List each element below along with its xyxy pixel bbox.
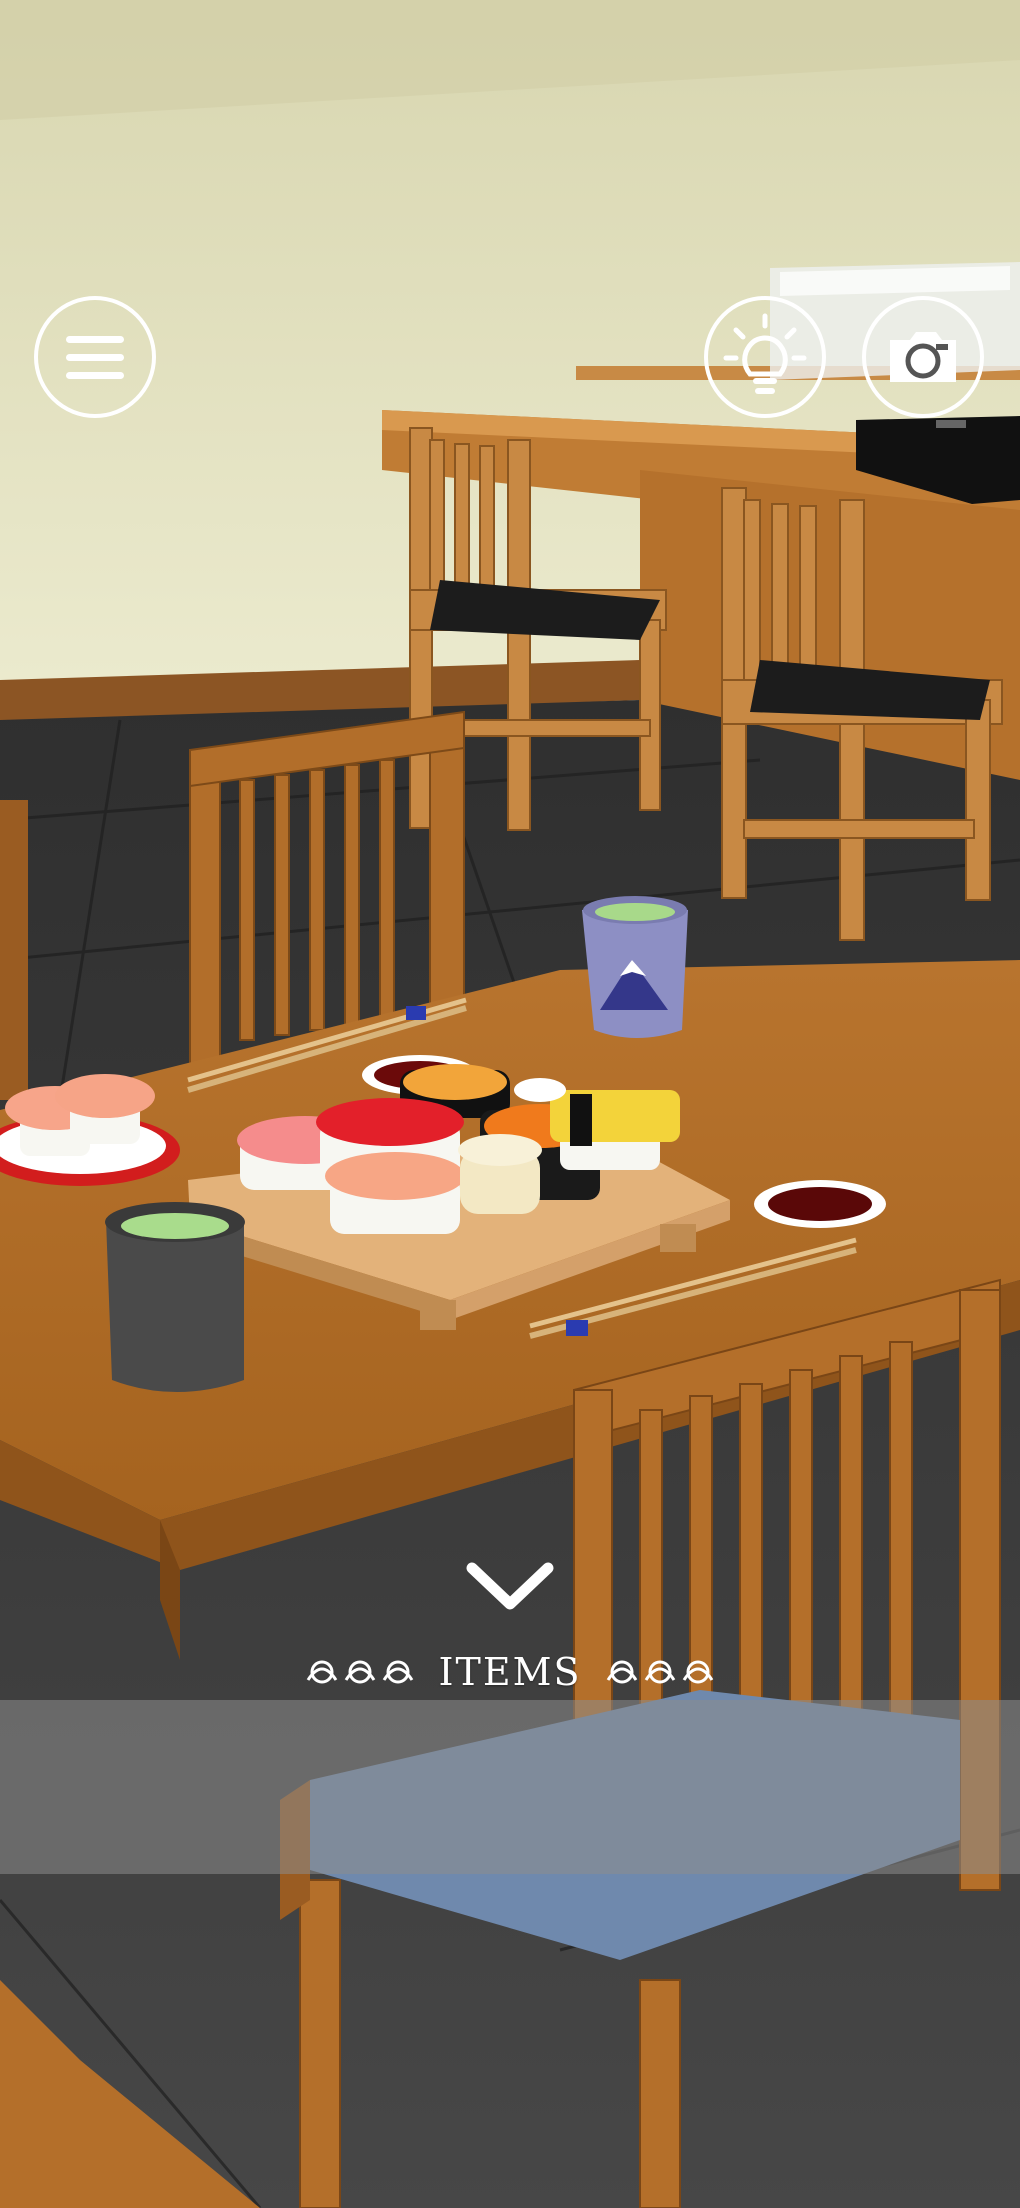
- camera-icon: [890, 332, 956, 382]
- items-toggle-button[interactable]: [460, 1556, 560, 1616]
- chevron-down-icon: [466, 1562, 554, 1610]
- menu-button[interactable]: [34, 296, 156, 418]
- items-label: ITEMS: [438, 1650, 582, 1694]
- swirl-ornament-icon: [606, 1660, 713, 1684]
- lightbulb-icon: [723, 313, 807, 394]
- camera-button[interactable]: [862, 296, 984, 418]
- swirl-ornament-icon: [307, 1660, 414, 1684]
- inventory-bar[interactable]: [0, 1700, 1020, 1874]
- hamburger-icon: [66, 336, 124, 379]
- hint-button[interactable]: [704, 296, 826, 418]
- items-header: ITEMS: [300, 1644, 720, 1700]
